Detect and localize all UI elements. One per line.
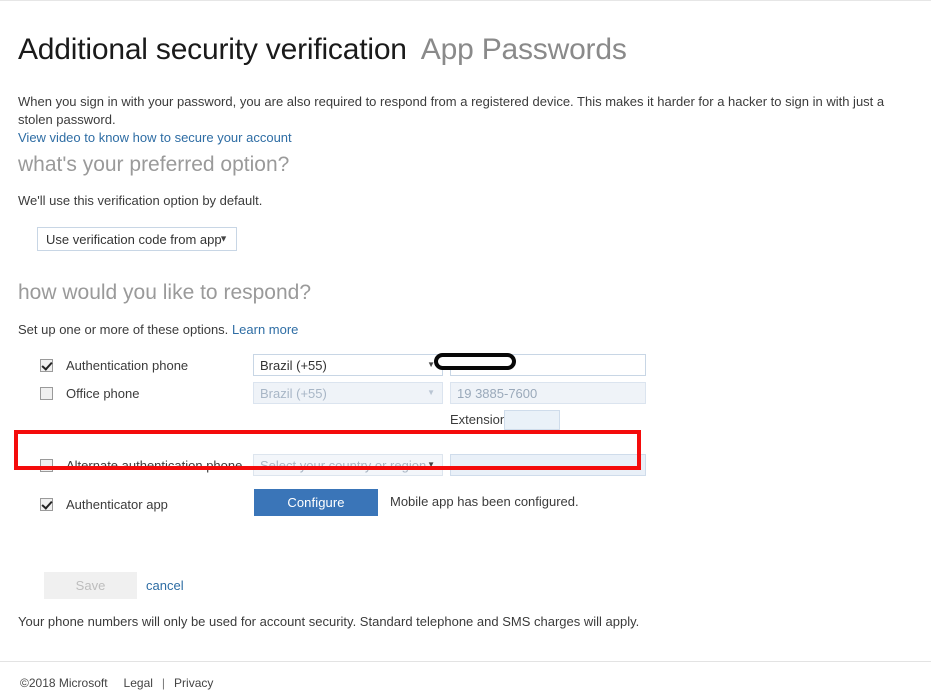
phone-value-office-phone: 19 3885-7600 (457, 385, 538, 401)
phone-input-alternate-authentication-phone (450, 454, 646, 476)
option-label-authentication-phone: Authentication phone (66, 357, 189, 373)
option-label-alternate-authentication-phone: Alternate authentication phone (66, 457, 243, 473)
option-label-office-phone: Office phone (66, 385, 140, 401)
option-label-authenticator-app: Authenticator app (66, 496, 168, 512)
cancel-link[interactable]: cancel (146, 578, 184, 593)
option-office-phone-toggle[interactable]: Office phone (40, 382, 139, 404)
checkbox-office-phone[interactable] (40, 386, 53, 400)
option-row-authenticator-app: Authenticator app Configure Mobile app h… (18, 489, 918, 517)
app-password-settings-page: Additional security verification App Pass… (0, 0, 931, 692)
learn-more-link[interactable]: Learn more (232, 322, 298, 337)
checkbox-authentication-phone[interactable] (40, 358, 53, 372)
footer-separator: | (161, 676, 166, 690)
country-select-alternate-authentication-phone: Select your country or region ▼ (253, 454, 443, 476)
option-authenticator-app-toggle[interactable]: Authenticator app (40, 493, 168, 515)
page-title-app-passwords[interactable]: App Passwords (421, 33, 627, 66)
phone-input-office-phone: 19 3885-7600 (450, 382, 646, 404)
redaction-annotation-phone-number (434, 353, 516, 370)
save-button[interactable]: Save (44, 572, 137, 599)
intro-text: When you sign in with your password, you… (18, 94, 885, 127)
country-value-authentication-phone: Brazil (+55) (260, 357, 327, 373)
extension-label: Extension (450, 412, 508, 427)
intro-paragraph: When you sign in with your password, you… (18, 93, 918, 147)
respond-subtext: Set up one or more of these options. Lea… (18, 322, 298, 337)
page-title-main: Additional security verification (18, 33, 407, 66)
page-title: Additional security verification App Pass… (18, 33, 627, 67)
country-value-alternate-authentication-phone: Select your country or region (260, 457, 427, 473)
preferred-option-value: Use verification code from app (46, 231, 222, 247)
verification-options-list: Authentication phone Brazil (+55) ▼ Offi… (18, 354, 918, 482)
preferred-option-select[interactable]: Use verification code from app ▼ (37, 227, 237, 251)
chevron-down-icon: ▼ (427, 388, 435, 397)
chevron-down-icon: ▼ (219, 233, 228, 244)
country-value-office-phone: Brazil (+55) (260, 385, 327, 401)
footer-divider (0, 661, 931, 662)
legal-link[interactable]: Legal (124, 676, 153, 690)
privacy-link[interactable]: Privacy (174, 676, 213, 690)
checkbox-alternate-authentication-phone[interactable] (40, 458, 53, 472)
view-video-link[interactable]: View video to know how to secure your ac… (18, 130, 292, 145)
option-authentication-phone-toggle[interactable]: Authentication phone (40, 354, 188, 376)
option-alternate-authentication-phone-toggle[interactable]: Alternate authentication phone (40, 454, 242, 476)
authenticator-status-text: Mobile app has been configured. (390, 494, 579, 509)
extension-input[interactable] (504, 410, 560, 430)
respond-subtext-text: Set up one or more of these options. (18, 322, 229, 337)
footer: ©2018 Microsoft Legal | Privacy (20, 676, 213, 690)
respond-heading: how would you like to respond? (18, 281, 312, 304)
top-divider (0, 0, 931, 1)
phone-usage-disclaimer: Your phone numbers will only be used for… (18, 614, 640, 629)
option-row-office-phone: Office phone Brazil (+55) ▼ 19 3885-7600 (18, 382, 918, 410)
option-row-alternate-authentication-phone: Alternate authentication phone Select yo… (18, 454, 918, 482)
country-select-authentication-phone[interactable]: Brazil (+55) ▼ (253, 354, 443, 376)
extension-row: Extension (18, 410, 918, 436)
country-select-office-phone: Brazil (+55) ▼ (253, 382, 443, 404)
preferred-option-heading: what's your preferred option? (18, 153, 290, 176)
preferred-option-subtext: We'll use this verification option by de… (18, 193, 263, 208)
checkbox-authenticator-app[interactable] (40, 497, 53, 511)
chevron-down-icon: ▼ (427, 460, 435, 469)
configure-button[interactable]: Configure (254, 489, 378, 516)
copyright-text: ©2018 Microsoft (20, 676, 108, 690)
